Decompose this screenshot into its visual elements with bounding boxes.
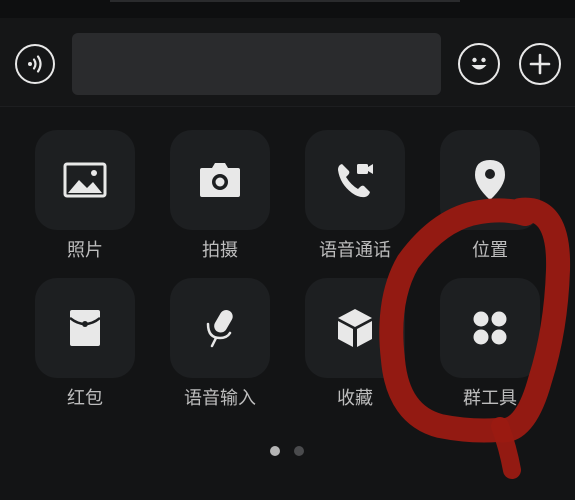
four-dots-icon — [473, 311, 507, 345]
phone-video-icon — [338, 164, 373, 198]
cube-icon — [338, 309, 372, 347]
tile-voice-input-box — [170, 278, 270, 378]
tile-group-tools[interactable]: 群工具 — [440, 278, 540, 410]
tile-label: 群工具 — [463, 388, 517, 409]
page-dot-active[interactable] — [270, 446, 280, 456]
chat-more-panel: 照片 拍摄 语音通话 位置 红包 语音输入 收藏 群工具 — [0, 0, 575, 500]
tile-label: 语音通话 — [319, 240, 391, 261]
emoji-button[interactable] — [458, 43, 500, 85]
image-icon — [63, 162, 107, 198]
tile-red-envelope[interactable]: 红包 — [35, 278, 135, 410]
tile-favorites-box — [305, 278, 405, 378]
voice-input-icon — [28, 55, 42, 73]
tile-label: 拍摄 — [202, 240, 238, 261]
tile-voice-call-box — [305, 130, 405, 230]
tile-label: 语音输入 — [184, 388, 256, 409]
voice-input-button[interactable] — [15, 44, 55, 84]
tile-location-box — [440, 130, 540, 230]
location-pin-icon — [475, 160, 505, 200]
more-button[interactable] — [519, 43, 561, 85]
tile-label: 照片 — [67, 240, 103, 261]
plus-icon — [529, 53, 551, 75]
microphone-icon — [206, 309, 233, 348]
camera-icon — [200, 163, 240, 197]
tile-group-tools-box — [440, 278, 540, 378]
top-strip — [0, 0, 575, 18]
top-divider — [110, 0, 460, 2]
page-indicator — [270, 446, 304, 456]
tile-voice-call[interactable]: 语音通话 — [305, 130, 405, 262]
tile-label: 红包 — [67, 388, 103, 409]
tile-favorites[interactable]: 收藏 — [305, 278, 405, 410]
tile-label: 收藏 — [337, 388, 373, 409]
tile-red-envelope-box — [35, 278, 135, 378]
smiley-icon — [471, 57, 487, 70]
tile-photo[interactable]: 照片 — [35, 130, 135, 262]
message-text-field[interactable] — [72, 33, 441, 95]
page-dot[interactable] — [294, 446, 304, 456]
tile-label: 位置 — [472, 240, 508, 261]
red-envelope-icon — [69, 310, 101, 346]
tile-camera-box — [170, 130, 270, 230]
tile-voice-input[interactable]: 语音输入 — [170, 278, 270, 410]
tile-location[interactable]: 位置 — [440, 130, 540, 262]
tile-camera[interactable]: 拍摄 — [170, 130, 270, 262]
tile-photo-box — [35, 130, 135, 230]
